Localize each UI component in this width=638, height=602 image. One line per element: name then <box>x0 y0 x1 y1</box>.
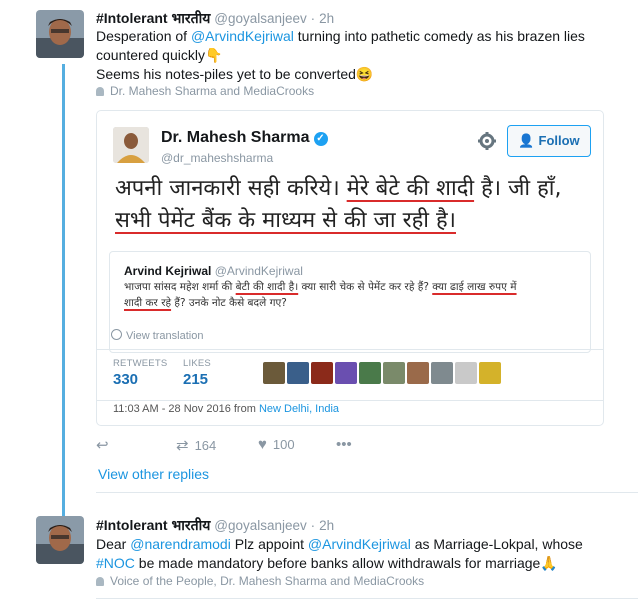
pointing-down-emoji: 👇 <box>204 47 223 63</box>
person-icon <box>96 87 104 96</box>
retweet-count: 164 <box>194 438 217 453</box>
author-name[interactable]: #Intolerant भारतीय <box>96 10 210 26</box>
underlined-text: बेटी की शादी है। <box>235 281 299 293</box>
heart-icon: ♥ <box>258 436 267 453</box>
mention-link[interactable]: @ArvindKejriwal <box>191 28 294 44</box>
embedded-tweet-card[interactable]: Dr. Mahesh Sharma ✓ @dr_maheshsharma 👤 Fol… <box>96 110 604 426</box>
likes-count: 215 <box>183 371 209 388</box>
tweet-text-part: Seems his notes-piles yet to be converte… <box>96 66 356 82</box>
liker-avatar[interactable] <box>311 362 333 384</box>
retweet-button[interactable]: ⇄ 164 <box>176 436 216 454</box>
tweet-text: Dear @narendramodi Plz appoint @ArvindKe… <box>96 535 616 573</box>
tweet-text-part: Dear <box>96 536 131 552</box>
follow-button[interactable]: 👤 Follow <box>507 125 591 157</box>
person-plus-icon: 👤 <box>518 133 535 148</box>
tweet-actions: ↩ ⇄ 164 ♥ 100 ••• <box>96 436 396 456</box>
liker-avatar[interactable] <box>431 362 453 384</box>
tweet-text: Desperation of @ArvindKejriwal turning i… <box>96 27 616 84</box>
author-handle[interactable]: @goyalsanjeev <box>214 518 307 533</box>
tweet-text-part: Desperation of <box>96 28 191 44</box>
tweet-header: #Intolerant भारतीय @goyalsanjeev · 2h <box>96 516 334 535</box>
embedded-author-handle[interactable]: @dr_maheshsharma <box>161 151 273 165</box>
tweet-text-part: as Marriage-Lokpal, whose <box>410 536 583 552</box>
author-handle[interactable]: @goyalsanjeev <box>214 11 307 26</box>
folded-hands-emoji: 🙏 <box>540 555 558 571</box>
underlined-text: सभी पेमेंट बैंक के माध्यम से की जा रही ह… <box>115 208 456 233</box>
liker-avatar[interactable] <box>383 362 405 384</box>
embedded-text-part: अपनी जानकारी सही करिये। <box>115 176 347 201</box>
user-avatar[interactable] <box>36 516 84 564</box>
divider <box>96 598 638 599</box>
user-avatar[interactable] <box>36 10 84 58</box>
view-translation-link[interactable]: View translation <box>111 329 203 342</box>
quoted-text-part: हैं? उनके नोट कैसे बदले गए? <box>171 297 287 309</box>
laughing-emoji: 😆 <box>355 66 374 82</box>
location-link[interactable]: New Delhi, India <box>259 403 339 415</box>
liker-avatar[interactable] <box>359 362 381 384</box>
like-count: 100 <box>272 437 295 452</box>
author-name[interactable]: #Intolerant भारतीय <box>96 517 210 533</box>
embedded-text-part: है। जी हाँ, <box>474 176 562 201</box>
time-separator: · <box>310 518 316 533</box>
reply-button[interactable]: ↩ <box>96 436 115 454</box>
embedded-tweet-date: 11:03 AM - 28 Nov 2016 from New Delhi, I… <box>113 403 339 415</box>
liker-avatar[interactable] <box>287 362 309 384</box>
quoted-author-handle: @ArvindKejriwal <box>214 264 303 278</box>
like-button[interactable]: ♥ 100 <box>258 436 295 453</box>
retweets-count: 330 <box>113 371 139 388</box>
liker-avatar[interactable] <box>263 362 285 384</box>
quoted-text-part: क्या सारी चेक से पेमेंट कर रहे हैं? <box>298 281 433 293</box>
verified-badge-icon: ✓ <box>313 132 328 146</box>
likes-label: LIKES <box>183 358 211 369</box>
mention-link[interactable]: @ArvindKejriwal <box>308 536 411 552</box>
liked-by-context[interactable]: Dr. Mahesh Sharma and MediaCrooks <box>96 84 314 98</box>
liker-avatar[interactable] <box>335 362 357 384</box>
embedded-tweet-text: अपनी जानकारी सही करिये। मेरे बेटे की शाद… <box>115 173 595 237</box>
underlined-text: मेरे बेटे की शादी <box>346 176 475 201</box>
retweets-stat[interactable]: RETWEETS 330 <box>113 358 167 388</box>
tweet-time[interactable]: 2h <box>319 11 334 26</box>
liker-avatar[interactable] <box>407 362 429 384</box>
hashtag-link[interactable]: #NOC <box>96 555 135 571</box>
likes-stat[interactable]: LIKES 215 <box>183 358 211 388</box>
time-separator: · <box>310 11 316 26</box>
more-button[interactable]: ••• <box>336 436 358 453</box>
retweet-icon: ⇄ <box>176 437 189 454</box>
more-icon: ••• <box>336 436 352 453</box>
embedded-author-name[interactable]: Dr. Mahesh Sharma ✓ <box>161 129 328 147</box>
liked-by-context[interactable]: Voice of the People, Dr. Mahesh Sharma a… <box>96 574 424 588</box>
view-other-replies-link[interactable]: View other replies <box>98 466 209 482</box>
tweet-time[interactable]: 2h <box>319 518 334 533</box>
tweet-text-part: Plz appoint <box>230 536 308 552</box>
embedded-author-avatar[interactable] <box>113 127 149 163</box>
liker-avatar[interactable] <box>455 362 477 384</box>
follow-label: Follow <box>538 133 580 148</box>
tweet-stats: RETWEETS 330 LIKES 215 <box>97 349 603 401</box>
globe-icon <box>111 329 122 340</box>
divider <box>96 492 638 493</box>
social-context-text: Voice of the People, Dr. Mahesh Sharma a… <box>110 574 425 588</box>
person-icon <box>96 577 104 586</box>
date-text: 11:03 AM - 28 Nov 2016 from <box>113 403 259 415</box>
embedded-author-name-text: Dr. Mahesh Sharma <box>161 129 310 146</box>
underlined-text: क्या ढाई लाख रुपए में <box>432 281 517 293</box>
quoted-text-part: भाजपा सांसद महेश शर्मा की <box>124 281 236 293</box>
social-context-text: Dr. Mahesh Sharma and MediaCrooks <box>110 84 315 98</box>
quoted-author-name: Arvind Kejriwal <box>124 264 212 278</box>
quoted-author[interactable]: Arvind Kejriwal @ArvindKejriwal <box>124 264 303 278</box>
gear-icon[interactable] <box>477 131 497 151</box>
liker-avatar[interactable] <box>479 362 501 384</box>
tweet-header: #Intolerant भारतीय @goyalsanjeev · 2h <box>96 9 334 28</box>
conversation-thread-line <box>62 64 65 516</box>
reply-icon: ↩ <box>96 437 109 454</box>
retweets-label: RETWEETS <box>113 358 168 369</box>
tweet-text-part: be made mandatory before banks allow wit… <box>134 555 541 571</box>
view-translation-label: View translation <box>126 330 204 342</box>
mention-link[interactable]: @narendramodi <box>130 536 231 552</box>
quoted-tweet-text: भाजपा सांसद महेश शर्मा की बेटी की शादी ह… <box>124 279 580 311</box>
underlined-text: शादी कर रहे <box>124 297 172 309</box>
